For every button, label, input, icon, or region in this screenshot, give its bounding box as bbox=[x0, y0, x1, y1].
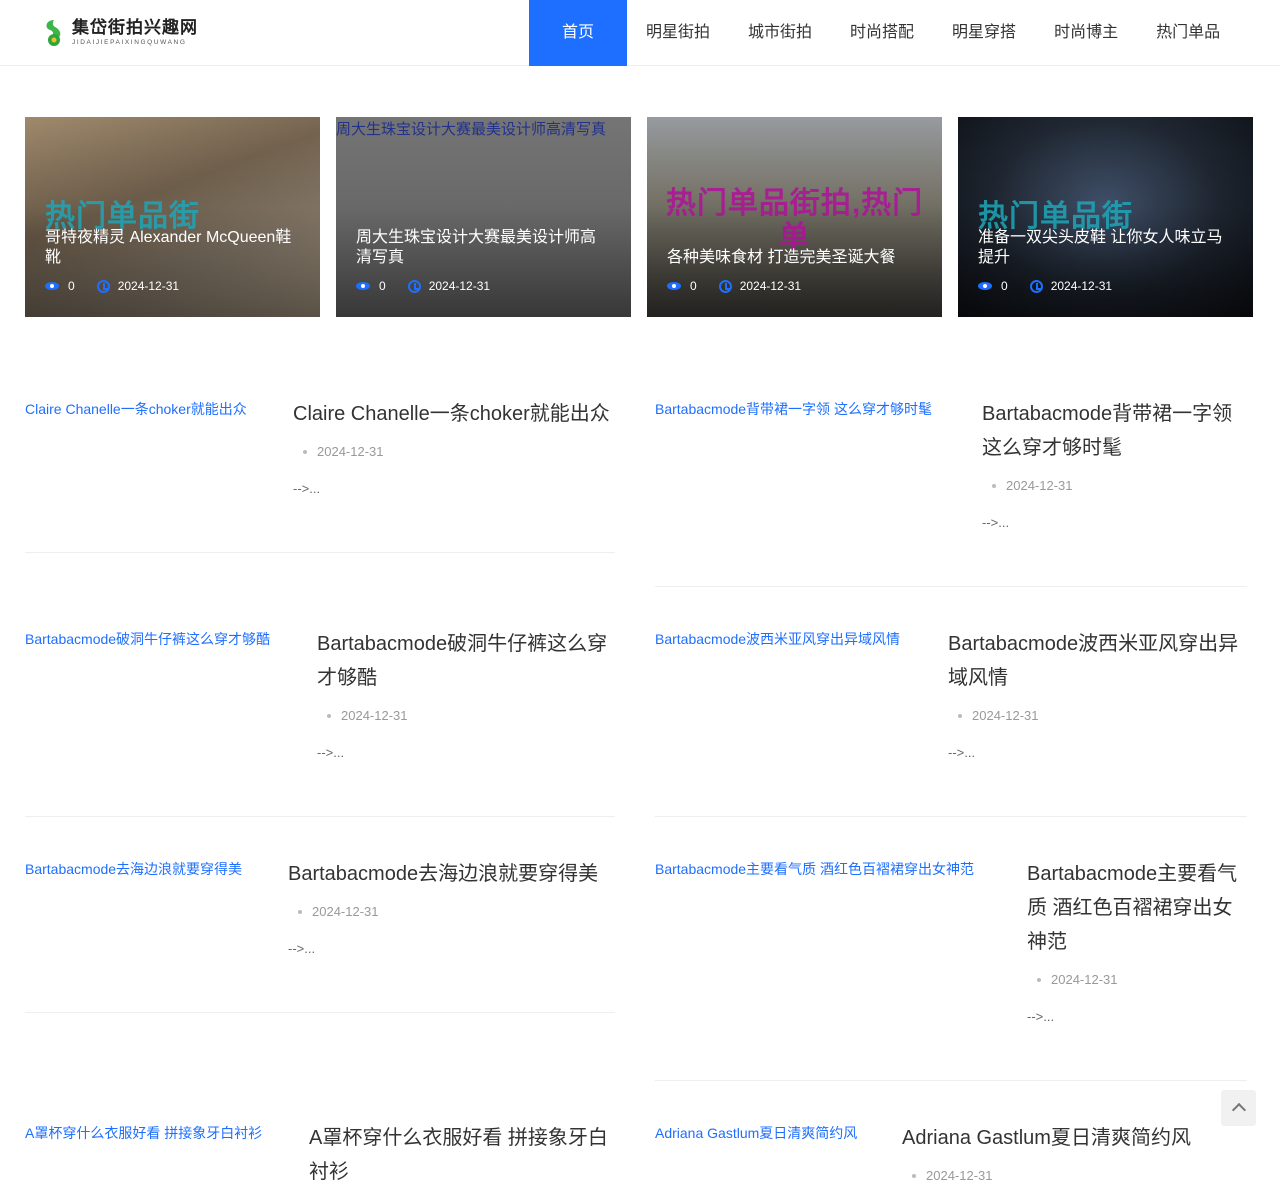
article-title[interactable]: A罩杯穿什么衣服好看 拼接象牙白衬衫 bbox=[309, 1121, 615, 1189]
article-image-link[interactable]: Bartabacmode破洞牛仔裤这么穿才够酷 bbox=[25, 629, 270, 649]
image-alt-text: 周大生珠宝设计大赛最美设计师高清写真 bbox=[336, 121, 607, 138]
nav-item-city-street[interactable]: 城市街拍 bbox=[729, 0, 831, 66]
article-excerpt: -->... bbox=[293, 481, 321, 496]
article-title[interactable]: Adriana Gastlum夏日清爽简约风 bbox=[902, 1121, 1242, 1155]
nav-item-celebrity-outfit[interactable]: 明星穿搭 bbox=[933, 0, 1035, 66]
article-excerpt: -->... bbox=[948, 745, 976, 760]
card-date: 2024-12-31 bbox=[117, 279, 180, 293]
article-date: 2024-12-31 bbox=[288, 904, 379, 919]
divider bbox=[655, 816, 1247, 817]
list-item: Bartabacmode主要看气质 酒红色百褶裙穿出女神范 Bartabacmo… bbox=[655, 859, 1247, 1081]
card-meta: 0 2024-12-31 bbox=[356, 279, 490, 293]
article-date: 2024-12-31 bbox=[948, 708, 1039, 723]
article-excerpt: -->... bbox=[317, 745, 345, 760]
list-item: A罩杯穿什么衣服好看 拼接象牙白衬衫 A罩杯穿什么衣服好看 拼接象牙白衬衫 bbox=[25, 1123, 615, 1195]
clock-icon bbox=[96, 279, 110, 293]
article-title[interactable]: Bartabacmode背带裙一字领这么穿才够时髦 bbox=[982, 397, 1244, 465]
clock-icon bbox=[1029, 279, 1043, 293]
divider bbox=[25, 816, 615, 817]
featured-card[interactable]: 热门单品街拍,热门单 各种美味食材 打造完美圣诞大餐 0 2024-12-31 bbox=[647, 117, 942, 317]
card-date: 2024-12-31 bbox=[1050, 279, 1113, 293]
view-count: 0 bbox=[379, 279, 386, 293]
article-image-link[interactable]: A罩杯穿什么衣服好看 拼接象牙白衬衫 bbox=[25, 1123, 262, 1143]
article-date: 2024-12-31 bbox=[902, 1168, 993, 1183]
list-item: Adriana Gastlum夏日清爽简约风 Adriana Gastlum夏日… bbox=[655, 1123, 1247, 1195]
logo-subtitle: JIDAIJIEPAIXINGQUWANG bbox=[72, 39, 187, 46]
view-count: 0 bbox=[1001, 279, 1008, 293]
list-item: Bartabacmode破洞牛仔裤这么穿才够酷 Bartabacmode破洞牛仔… bbox=[25, 629, 615, 817]
divider bbox=[655, 586, 1247, 587]
eye-icon bbox=[356, 279, 370, 293]
article-date: 2024-12-31 bbox=[293, 444, 384, 459]
nav-item-celebrity-street[interactable]: 明星街拍 bbox=[627, 0, 729, 66]
article-image-link[interactable]: Bartabacmode去海边浪就要穿得美 bbox=[25, 859, 242, 879]
article-title[interactable]: Claire Chanelle一条choker就能出众 bbox=[293, 397, 615, 431]
featured-card[interactable]: 周大生珠宝设计大赛最美设计师高清写真 周大生珠宝设计大赛最美设计师高清写真 0 … bbox=[336, 117, 631, 317]
list-item: Claire Chanelle一条choker就能出众 Claire Chane… bbox=[25, 399, 615, 553]
card-title[interactable]: 哥特夜精灵 Alexander McQueen鞋靴 bbox=[45, 228, 300, 268]
featured-card[interactable]: 热门单品街 哥特夜精灵 Alexander McQueen鞋靴 0 2024-1… bbox=[25, 117, 320, 317]
article-image-link[interactable]: Bartabacmode波西米亚风穿出异域风情 bbox=[655, 629, 900, 649]
clock-icon bbox=[407, 279, 421, 293]
view-count: 0 bbox=[690, 279, 697, 293]
article-excerpt: -->... bbox=[288, 941, 316, 956]
main-nav: 首页 明星街拍 城市街拍 时尚搭配 明星穿搭 时尚博主 热门单品 bbox=[529, 0, 1239, 66]
article-image-link[interactable]: Adriana Gastlum夏日清爽简约风 bbox=[655, 1123, 857, 1143]
article-date: 2024-12-31 bbox=[317, 708, 408, 723]
card-title[interactable]: 准备一双尖头皮鞋 让你女人味立马提升 bbox=[978, 228, 1233, 268]
nav-item-fashion-match[interactable]: 时尚搭配 bbox=[831, 0, 933, 66]
card-title[interactable]: 各种美味食材 打造完美圣诞大餐 bbox=[667, 248, 922, 268]
list-item: Bartabacmode波西米亚风穿出异域风情 Bartabacmode波西米亚… bbox=[655, 629, 1247, 817]
site-header: 集岱街拍兴趣网 JIDAIJIEPAIXINGQUWANG 首页 明星街拍 城市… bbox=[0, 0, 1280, 66]
eye-icon bbox=[978, 279, 992, 293]
list-item: Bartabacmode背带裙一字领 这么穿才够时髦 Bartabacmode背… bbox=[655, 399, 1247, 587]
list-item: Bartabacmode去海边浪就要穿得美 Bartabacmode去海边浪就要… bbox=[25, 859, 615, 1013]
logo-icon bbox=[42, 18, 66, 48]
divider bbox=[655, 1080, 1247, 1081]
back-to-top-button[interactable] bbox=[1221, 1090, 1256, 1126]
article-excerpt: -->... bbox=[1027, 1009, 1055, 1024]
article-title[interactable]: Bartabacmode波西米亚风穿出异域风情 bbox=[948, 627, 1246, 695]
article-title[interactable]: Bartabacmode破洞牛仔裤这么穿才够酷 bbox=[317, 627, 615, 695]
nav-item-hot-items[interactable]: 热门单品 bbox=[1137, 0, 1239, 66]
article-image-link[interactable]: Bartabacmode主要看气质 酒红色百褶裙穿出女神范 bbox=[655, 859, 974, 879]
card-meta: 0 2024-12-31 bbox=[978, 279, 1112, 293]
image-watermark: 热门单品街拍,热门单 bbox=[665, 187, 924, 254]
site-logo[interactable]: 集岱街拍兴趣网 JIDAIJIEPAIXINGQUWANG bbox=[42, 17, 198, 49]
nav-item-home[interactable]: 首页 bbox=[529, 0, 627, 66]
article-date: 2024-12-31 bbox=[1027, 972, 1118, 987]
article-image-link[interactable]: Claire Chanelle一条choker就能出众 bbox=[25, 399, 247, 419]
article-excerpt: -->... bbox=[982, 515, 1010, 530]
card-title[interactable]: 周大生珠宝设计大赛最美设计师高清写真 bbox=[356, 228, 611, 268]
card-meta: 0 2024-12-31 bbox=[45, 279, 179, 293]
logo-title: 集岱街拍兴趣网 bbox=[72, 18, 198, 38]
nav-item-fashion-blogger[interactable]: 时尚博主 bbox=[1035, 0, 1137, 66]
clock-icon bbox=[718, 279, 732, 293]
article-date: 2024-12-31 bbox=[982, 478, 1073, 493]
card-date: 2024-12-31 bbox=[739, 279, 802, 293]
article-image-link[interactable]: Bartabacmode背带裙一字领 这么穿才够时髦 bbox=[655, 399, 932, 419]
eye-icon bbox=[45, 279, 59, 293]
article-title[interactable]: Bartabacmode去海边浪就要穿得美 bbox=[288, 857, 615, 891]
eye-icon bbox=[667, 279, 681, 293]
featured-card[interactable]: 热门单品街 准备一双尖头皮鞋 让你女人味立马提升 0 2024-12-31 bbox=[958, 117, 1253, 317]
card-meta: 0 2024-12-31 bbox=[667, 279, 801, 293]
divider bbox=[25, 1012, 615, 1013]
card-date: 2024-12-31 bbox=[428, 279, 491, 293]
divider bbox=[25, 552, 615, 553]
article-title[interactable]: Bartabacmode主要看气质 酒红色百褶裙穿出女神范 bbox=[1027, 857, 1245, 959]
view-count: 0 bbox=[68, 279, 75, 293]
